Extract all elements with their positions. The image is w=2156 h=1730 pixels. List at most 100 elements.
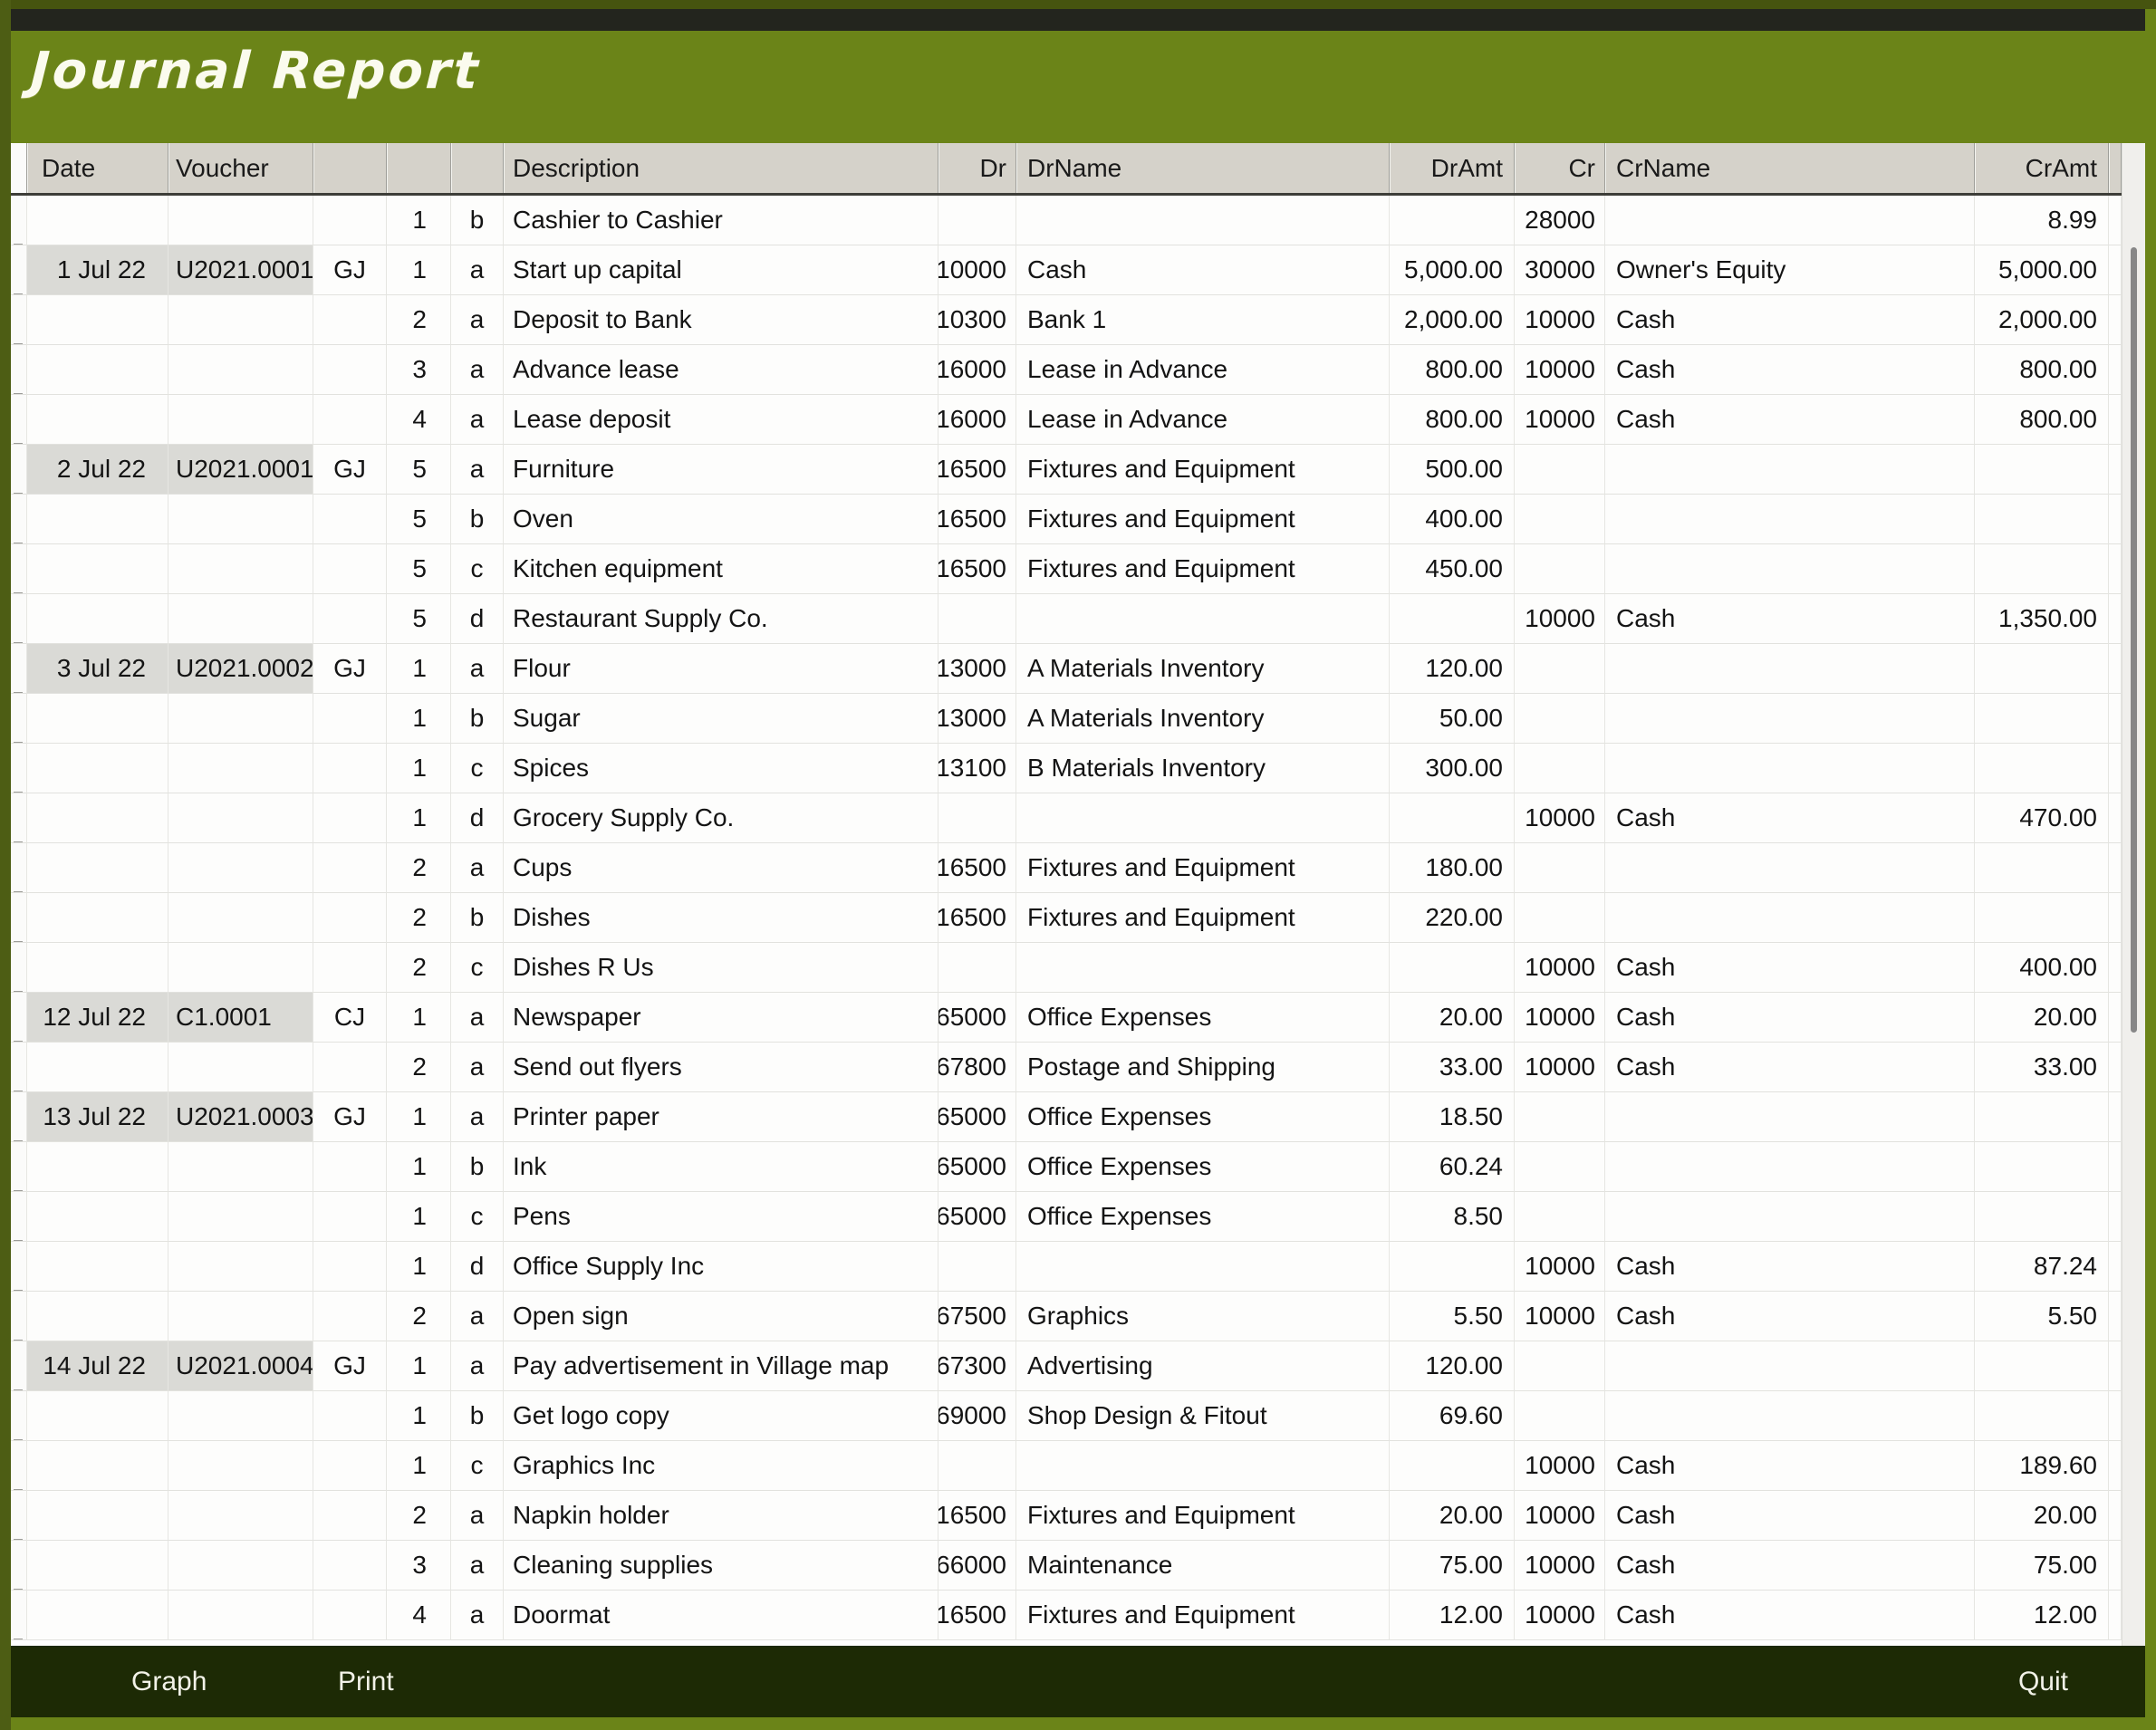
row-selector[interactable] xyxy=(11,245,27,295)
cell-cr-name[interactable] xyxy=(1605,196,1975,245)
cell-dr-account[interactable]: 10300 xyxy=(938,295,1016,345)
cell-dr-name[interactable]: A Materials Inventory xyxy=(1016,694,1390,744)
table-row[interactable]: 5 b Oven 16500 Fixtures and Equipment 40… xyxy=(11,495,2122,544)
cell-dr-account[interactable] xyxy=(938,943,1016,993)
cell-voucher[interactable] xyxy=(168,943,313,993)
cell-entry-number[interactable]: 4 xyxy=(387,395,451,445)
cell-description[interactable]: Kitchen equipment xyxy=(504,544,938,594)
cell-dr-account[interactable]: 13000 xyxy=(938,694,1016,744)
cell-description[interactable]: Grocery Supply Co. xyxy=(504,793,938,843)
vertical-scrollbar[interactable] xyxy=(2122,143,2145,1646)
cell-entry-letter[interactable]: a xyxy=(451,993,504,1043)
cell-voucher[interactable]: U2021.0002 xyxy=(168,644,313,694)
cell-date[interactable] xyxy=(27,594,168,644)
row-selector[interactable] xyxy=(11,1242,27,1292)
cell-cr-amount[interactable]: 12.00 xyxy=(1975,1591,2109,1640)
cell-dr-account[interactable]: 65000 xyxy=(938,1192,1016,1242)
table-row[interactable]: 1 d Office Supply Inc 10000 Cash 87.24 xyxy=(11,1242,2122,1292)
cell-cr-amount[interactable]: 400.00 xyxy=(1975,943,2109,993)
cell-journal-type[interactable] xyxy=(313,843,387,893)
table-row[interactable]: 3 a Cleaning supplies 66000 Maintenance … xyxy=(11,1541,2122,1591)
cell-journal-type[interactable]: GJ xyxy=(313,1341,387,1391)
cell-cr-amount[interactable] xyxy=(1975,843,2109,893)
cell-cr-account[interactable] xyxy=(1515,1341,1605,1391)
cell-journal-type[interactable] xyxy=(313,1441,387,1491)
cell-voucher[interactable] xyxy=(168,1391,313,1441)
cell-date[interactable]: 13 Jul 22 xyxy=(27,1092,168,1142)
cell-cr-name[interactable]: Cash xyxy=(1605,1043,1975,1092)
header-cr-name[interactable]: CrName xyxy=(1605,143,1975,193)
cell-cr-name[interactable]: Cash xyxy=(1605,1541,1975,1591)
cell-voucher[interactable] xyxy=(168,544,313,594)
header-date[interactable]: Date xyxy=(27,143,168,193)
cell-dr-name[interactable]: Shop Design & Fitout xyxy=(1016,1391,1390,1441)
row-selector[interactable] xyxy=(11,1192,27,1242)
cell-cr-amount[interactable]: 800.00 xyxy=(1975,345,2109,395)
cell-dr-name[interactable]: Office Expenses xyxy=(1016,1092,1390,1142)
cell-date[interactable] xyxy=(27,295,168,345)
cell-journal-type[interactable] xyxy=(313,793,387,843)
cell-journal-type[interactable]: GJ xyxy=(313,245,387,295)
cell-cr-account[interactable]: 10000 xyxy=(1515,1491,1605,1541)
row-selector[interactable] xyxy=(11,943,27,993)
cell-cr-account[interactable]: 10000 xyxy=(1515,345,1605,395)
cell-voucher[interactable]: U2021.0003 xyxy=(168,1092,313,1142)
cell-date[interactable] xyxy=(27,943,168,993)
row-selector[interactable] xyxy=(11,1292,27,1341)
cell-voucher[interactable]: U2021.0001 xyxy=(168,245,313,295)
row-selector[interactable] xyxy=(11,644,27,694)
cell-cr-amount[interactable] xyxy=(1975,893,2109,943)
cell-dr-name[interactable]: Fixtures and Equipment xyxy=(1016,893,1390,943)
cell-cr-name[interactable] xyxy=(1605,495,1975,544)
cell-entry-letter[interactable]: a xyxy=(451,1541,504,1591)
cell-dr-amount[interactable]: 220.00 xyxy=(1390,893,1515,943)
row-selector[interactable] xyxy=(11,1441,27,1491)
cell-description[interactable]: Get logo copy xyxy=(504,1391,938,1441)
table-row[interactable]: 1 b Ink 65000 Office Expenses 60.24 xyxy=(11,1142,2122,1192)
cell-dr-name[interactable]: Lease in Advance xyxy=(1016,395,1390,445)
cell-cr-account[interactable]: 10000 xyxy=(1515,943,1605,993)
cell-cr-account[interactable] xyxy=(1515,1142,1605,1192)
cell-date[interactable] xyxy=(27,843,168,893)
cell-date[interactable] xyxy=(27,544,168,594)
cell-entry-number[interactable]: 2 xyxy=(387,295,451,345)
cell-description[interactable]: Cups xyxy=(504,843,938,893)
cell-dr-name[interactable]: Maintenance xyxy=(1016,1541,1390,1591)
cell-description[interactable]: Office Supply Inc xyxy=(504,1242,938,1292)
cell-date[interactable] xyxy=(27,1491,168,1541)
row-selector[interactable] xyxy=(11,1591,27,1640)
cell-description[interactable]: Newspaper xyxy=(504,993,938,1043)
cell-voucher[interactable]: C1.0001 xyxy=(168,993,313,1043)
graph-button[interactable]: Graph xyxy=(131,1646,207,1717)
cell-dr-amount[interactable]: 5.50 xyxy=(1390,1292,1515,1341)
cell-journal-type[interactable] xyxy=(313,1192,387,1242)
cell-entry-letter[interactable]: d xyxy=(451,594,504,644)
table-row[interactable]: 3 Jul 22 U2021.0002 GJ 1 a Flour 13000 A… xyxy=(11,644,2122,694)
cell-cr-amount[interactable]: 5,000.00 xyxy=(1975,245,2109,295)
cell-entry-number[interactable]: 2 xyxy=(387,1491,451,1541)
cell-cr-account[interactable] xyxy=(1515,893,1605,943)
cell-dr-amount[interactable]: 400.00 xyxy=(1390,495,1515,544)
cell-dr-account[interactable] xyxy=(938,594,1016,644)
cell-date[interactable] xyxy=(27,1292,168,1341)
cell-cr-name[interactable]: Cash xyxy=(1605,1491,1975,1541)
cell-dr-account[interactable]: 65000 xyxy=(938,1092,1016,1142)
cell-cr-name[interactable]: Cash xyxy=(1605,295,1975,345)
row-selector[interactable] xyxy=(11,345,27,395)
table-row[interactable]: 2 b Dishes 16500 Fixtures and Equipment … xyxy=(11,893,2122,943)
cell-journal-type[interactable] xyxy=(313,495,387,544)
cell-date[interactable]: 1 Jul 22 xyxy=(27,245,168,295)
cell-entry-letter[interactable]: b xyxy=(451,893,504,943)
cell-cr-name[interactable]: Cash xyxy=(1605,345,1975,395)
cell-entry-letter[interactable]: b xyxy=(451,495,504,544)
cell-entry-number[interactable]: 1 xyxy=(387,196,451,245)
table-row[interactable]: 2 c Dishes R Us 10000 Cash 400.00 xyxy=(11,943,2122,993)
cell-dr-amount[interactable]: 69.60 xyxy=(1390,1391,1515,1441)
cell-date[interactable] xyxy=(27,1591,168,1640)
cell-cr-name[interactable] xyxy=(1605,1192,1975,1242)
cell-cr-account[interactable]: 10000 xyxy=(1515,1541,1605,1591)
cell-entry-number[interactable]: 5 xyxy=(387,544,451,594)
cell-voucher[interactable] xyxy=(168,295,313,345)
cell-entry-number[interactable]: 2 xyxy=(387,1292,451,1341)
cell-cr-account[interactable] xyxy=(1515,843,1605,893)
